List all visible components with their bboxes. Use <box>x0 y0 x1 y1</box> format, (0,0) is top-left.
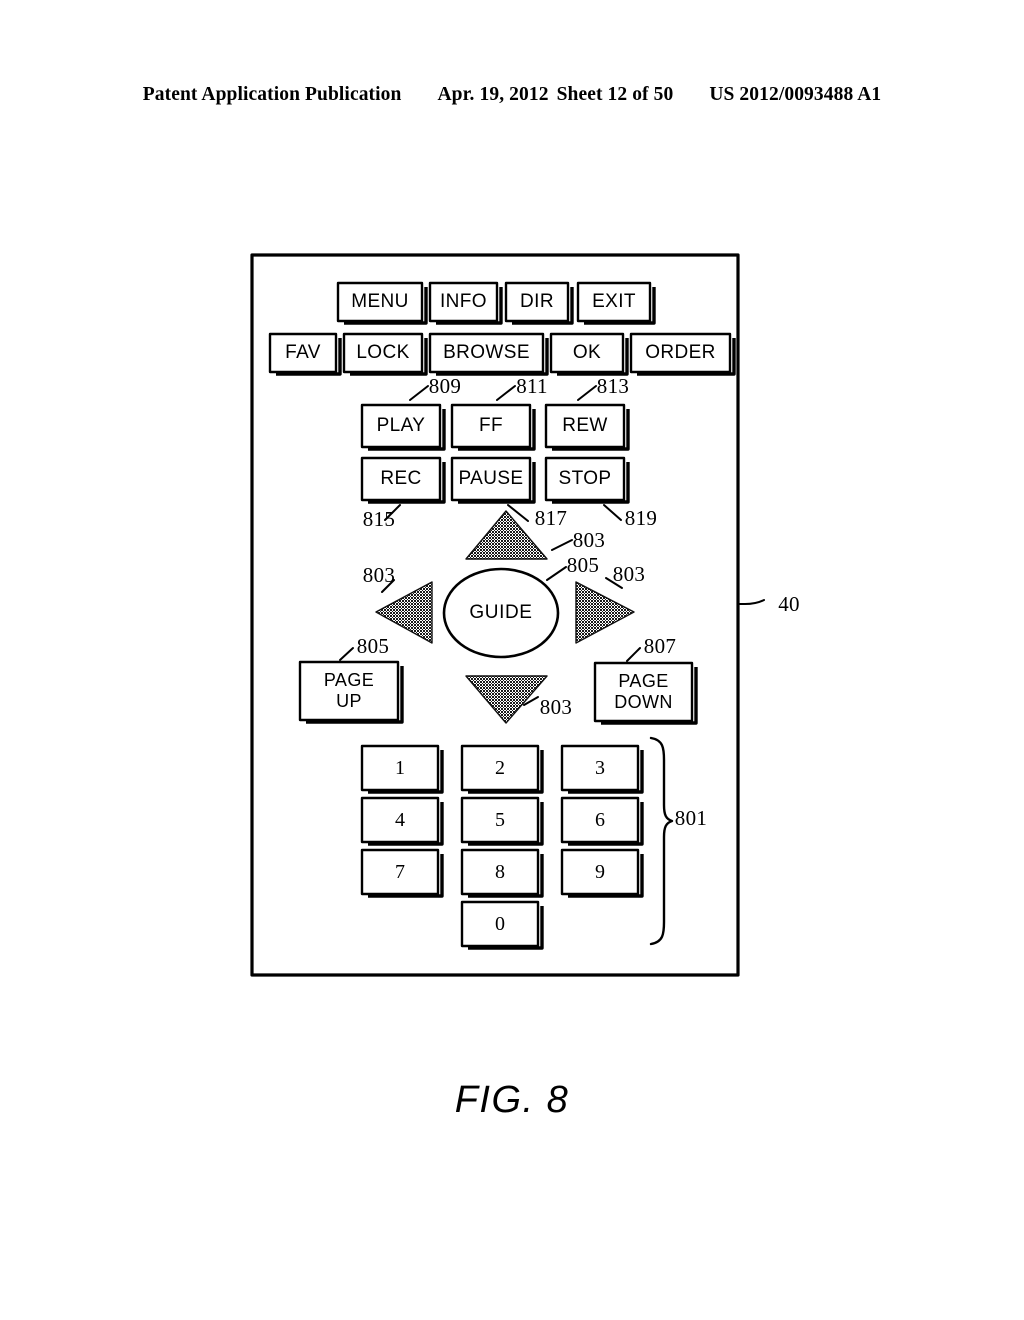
stop-button[interactable] <box>546 458 624 500</box>
rew-button[interactable] <box>546 405 624 447</box>
keypad-key-4[interactable] <box>362 798 438 842</box>
keypad-key-1[interactable] <box>362 746 438 790</box>
keypad-key-0[interactable] <box>462 902 538 946</box>
play-button[interactable] <box>362 405 440 447</box>
keypad-key-6[interactable] <box>562 798 638 842</box>
keypad-key-8[interactable] <box>462 850 538 894</box>
lock-button[interactable] <box>344 334 422 372</box>
ok-button[interactable] <box>551 334 623 372</box>
page-up-button[interactable] <box>300 662 398 720</box>
device-leader-line <box>737 599 765 605</box>
keypad-key-2[interactable] <box>462 746 538 790</box>
browse-button[interactable] <box>430 334 543 372</box>
keypad-key-5[interactable] <box>462 798 538 842</box>
menu-button[interactable] <box>338 283 422 321</box>
page-down-button[interactable] <box>595 663 692 721</box>
figure-8-drawing: MENU INFO DIR EXIT FAV LOCK BROWSE OK OR… <box>0 0 1024 1320</box>
dpad-right-arrow[interactable] <box>576 582 634 643</box>
order-button[interactable] <box>631 334 730 372</box>
dpad-up-arrow[interactable] <box>466 511 547 559</box>
guide-button[interactable] <box>444 569 558 657</box>
dir-button[interactable] <box>506 283 568 321</box>
keypad-key-7[interactable] <box>362 850 438 894</box>
fav-button[interactable] <box>270 334 336 372</box>
rec-button[interactable] <box>362 458 440 500</box>
info-button[interactable] <box>430 283 497 321</box>
pause-button[interactable] <box>452 458 530 500</box>
ff-button[interactable] <box>452 405 530 447</box>
exit-button[interactable] <box>578 283 650 321</box>
dpad-left-arrow[interactable] <box>376 582 432 643</box>
dpad-down-arrow[interactable] <box>466 676 547 723</box>
keypad-key-3[interactable] <box>562 746 638 790</box>
keypad-key-9[interactable] <box>562 850 638 894</box>
